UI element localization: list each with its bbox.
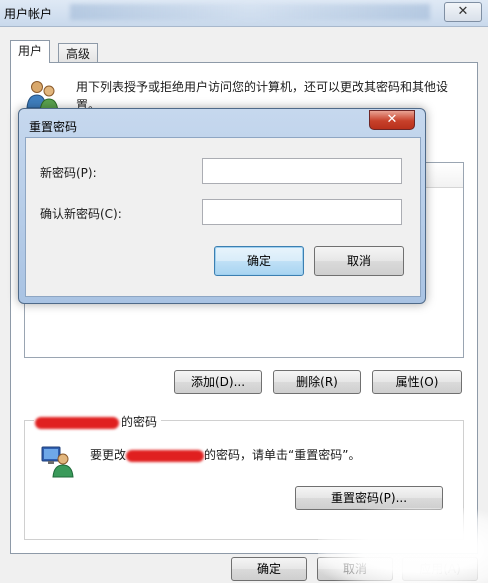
confirm-password-label: 确认新密码(C): (40, 207, 122, 221)
ok-button[interactable]: 确定 (231, 557, 307, 581)
reset-password-dialog: 重置密码 ✕ 新密码(P): 确认新密码(C): 确定 取消 (18, 108, 426, 304)
new-password-label: 新密码(P): (40, 166, 97, 180)
reset-password-button[interactable]: 重置密码(P)... (295, 486, 443, 510)
dialog-title: 重置密码 (29, 120, 78, 134)
redacted-username (35, 416, 119, 429)
tab-advanced[interactable]: 高级 (58, 43, 99, 64)
password-group-title-suffix: 的密码 (121, 415, 158, 429)
cancel-button[interactable]: 取消 (317, 557, 393, 581)
password-instruction: 要更改 的密码，请单击“重置密码”。 (90, 446, 360, 463)
dialog-ok-button[interactable]: 确定 (214, 246, 304, 276)
new-password-input[interactable] (202, 158, 402, 184)
apply-button[interactable]: 应用(A) (402, 557, 478, 581)
window-title: 用户帐户 (4, 7, 53, 21)
dialog-cancel-button[interactable]: 取消 (314, 246, 404, 276)
dialog-body: 新密码(P): 确认新密码(C): 确定 取消 (25, 137, 421, 297)
user-monitor-icon (41, 446, 74, 478)
confirm-password-input[interactable] (202, 199, 402, 225)
redacted-username-inline (126, 449, 205, 462)
delete-button[interactable]: 删除(R) (273, 370, 361, 394)
window-close-button[interactable]: ✕ (444, 2, 482, 22)
password-group-title: 的密码 (34, 413, 162, 430)
tab-users[interactable]: 用户 (10, 40, 51, 63)
blurred-background-titlebar (70, 4, 430, 20)
password-instruction-suffix: 的密码，请单击“重置密码”。 (204, 448, 361, 462)
password-groupbox (24, 420, 464, 540)
dialog-close-button[interactable]: ✕ (369, 110, 415, 130)
properties-button[interactable]: 属性(O) (372, 370, 462, 394)
add-button[interactable]: 添加(D)... (174, 370, 262, 394)
password-instruction-prefix: 要更改 (90, 448, 127, 462)
